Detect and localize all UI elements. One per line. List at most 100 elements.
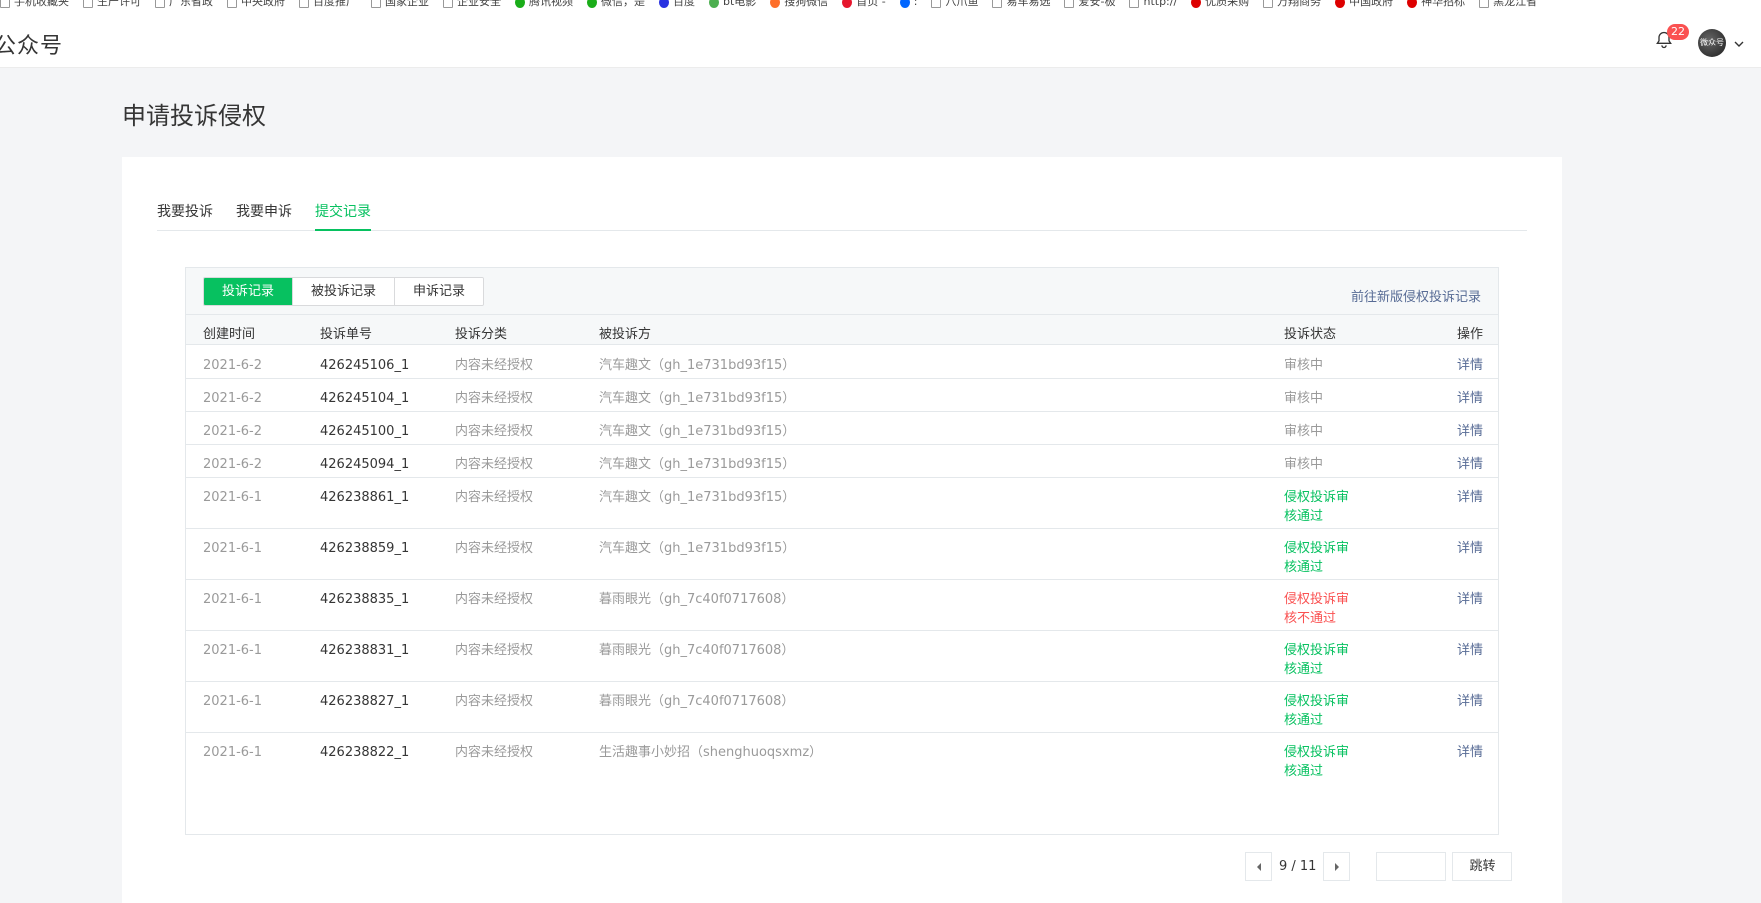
bookmark-label: 爱安-极 bbox=[1078, 0, 1116, 8]
bookmark-item[interactable]: 搜狗微信 bbox=[770, 0, 828, 9]
cell-target: 暮雨眼光（gh_7c40f0717608） bbox=[599, 592, 795, 607]
bookmark-item[interactable]: http:// bbox=[1129, 0, 1177, 9]
bookmark-item[interactable]: 百度 bbox=[659, 0, 695, 9]
cell-date: 2021-6-1 bbox=[203, 643, 263, 658]
cell-complaint-id: 426238835_1 bbox=[320, 592, 410, 607]
next-page-button[interactable] bbox=[1323, 852, 1351, 881]
new-records-link[interactable]: 前往新版侵权投诉记录 bbox=[1351, 286, 1481, 305]
bookmark-label: 万翔商务 bbox=[1277, 0, 1322, 8]
bookmark-item[interactable]: 企业安全 bbox=[443, 0, 501, 9]
segment-complaint-records[interactable]: 投诉记录 bbox=[204, 278, 294, 305]
bookmark-item[interactable]: 国家企业 bbox=[371, 0, 429, 9]
cell-status: 审核中 bbox=[1284, 457, 1324, 472]
cell-category: 内容未经授权 bbox=[455, 592, 534, 607]
bookmark-label: 优质采购 bbox=[1205, 0, 1250, 8]
tab-appeal[interactable]: 我要申诉 bbox=[236, 201, 292, 231]
cell-category: 内容未经授权 bbox=[455, 358, 534, 373]
details-link[interactable]: 详情 bbox=[1457, 743, 1483, 762]
cell-category: 内容未经授权 bbox=[455, 541, 534, 556]
segment-complained-records[interactable]: 被投诉记录 bbox=[293, 278, 396, 305]
page-icon bbox=[443, 0, 453, 8]
weibo-icon bbox=[842, 0, 853, 8]
bookmark-item[interactable]: 八爪鱼 bbox=[931, 0, 978, 9]
table-row: 2021-6-2 426245094_1 内容未经授权 汽车趣文（gh_1e731bd… bbox=[186, 445, 1498, 478]
notification-button[interactable]: 22 bbox=[1654, 24, 1689, 54]
page-icon bbox=[931, 0, 942, 8]
bookmark-item[interactable]: 神华招标 bbox=[1407, 0, 1465, 9]
column-header-id: 投诉单号 bbox=[320, 327, 373, 342]
baidu-icon bbox=[659, 0, 669, 8]
bookmark-item[interactable]: 首页 - bbox=[842, 0, 886, 9]
table-header: 创建时间 投诉单号 投诉分类 被投诉方 投诉状态 操作 bbox=[186, 315, 1498, 345]
details-link[interactable]: 详情 bbox=[1457, 539, 1483, 558]
top-header: 公众号 22 微众号 bbox=[0, 12, 1761, 68]
table-row: 2021-6-1 426238861_1 内容未经授权 汽车趣文（gh_1e731bd… bbox=[186, 478, 1498, 529]
bookmark-item[interactable]: 中央政府 bbox=[227, 0, 285, 9]
bookmark-label: 易车易选 bbox=[1006, 0, 1051, 8]
tencent-video-icon bbox=[515, 0, 525, 8]
bookmark-item[interactable]: : bbox=[899, 0, 917, 9]
page-icon bbox=[227, 0, 237, 8]
table-row: 2021-6-2 426245106_1 内容未经授权 汽车趣文（gh_1e731bd… bbox=[186, 346, 1498, 379]
cell-status: 侵权投诉审核通过 bbox=[1284, 745, 1350, 779]
wechat-icon bbox=[587, 0, 597, 8]
details-link[interactable]: 详情 bbox=[1457, 692, 1483, 711]
prev-page-button[interactable] bbox=[1245, 852, 1272, 881]
bt-icon bbox=[709, 0, 719, 8]
bookmark-item[interactable]: 万翔商务 bbox=[1263, 0, 1321, 9]
page-jump-input[interactable] bbox=[1376, 852, 1447, 881]
sogou-icon bbox=[770, 0, 781, 8]
details-link[interactable]: 详情 bbox=[1457, 641, 1483, 660]
table-row: 2021-6-1 426238827_1 内容未经授权 暮雨眼光（gh_7c40f07… bbox=[186, 682, 1498, 733]
bookmark-item[interactable]: 生产许可 bbox=[83, 0, 141, 9]
cell-date: 2021-6-2 bbox=[203, 358, 263, 373]
bookmark-item[interactable]: 中国政府 bbox=[1335, 0, 1393, 9]
page-icon bbox=[299, 0, 309, 8]
bookmark-item[interactable]: 微信，是 bbox=[587, 0, 645, 9]
cell-complaint-id: 426238859_1 bbox=[320, 541, 410, 556]
table-row: 2021-6-1 426238859_1 内容未经授权 汽车趣文（gh_1e731bd… bbox=[186, 529, 1498, 580]
bookmark-item[interactable]: 手机收藏夹 bbox=[0, 0, 69, 9]
segment-appeal-records[interactable]: 申诉记录 bbox=[395, 278, 484, 305]
tab-complain[interactable]: 我要投诉 bbox=[157, 201, 213, 231]
bookmark-label: 黑龙江省 bbox=[1493, 0, 1538, 8]
avatar[interactable]: 微众号 bbox=[1698, 29, 1726, 57]
details-link[interactable]: 详情 bbox=[1457, 455, 1483, 474]
bookmark-item[interactable]: 百度推广 bbox=[299, 0, 357, 9]
details-link[interactable]: 详情 bbox=[1457, 389, 1483, 408]
bookmark-item[interactable]: 黑龙江省 bbox=[1479, 0, 1537, 9]
jump-button[interactable]: 跳转 bbox=[1452, 852, 1513, 881]
brand-title[interactable]: 公众号 bbox=[0, 28, 63, 60]
panel-header: 投诉记录 被投诉记录 申诉记录 前往新版侵权投诉记录 bbox=[186, 268, 1498, 315]
details-link[interactable]: 详情 bbox=[1457, 488, 1483, 507]
main-card: 我要投诉 我要申诉 提交记录 投诉记录 被投诉记录 申诉记录 前往新版侵权投诉记… bbox=[122, 157, 1562, 903]
page-icon bbox=[83, 0, 93, 8]
details-link[interactable]: 详情 bbox=[1457, 590, 1483, 609]
details-link[interactable]: 详情 bbox=[1457, 356, 1483, 375]
pagination: 9 / 11 跳转 bbox=[1245, 852, 1513, 881]
bookmark-item[interactable]: 爱安-极 bbox=[1064, 0, 1115, 9]
table-row: 2021-6-2 426245104_1 内容未经授权 汽车趣文（gh_1e731bd… bbox=[186, 379, 1498, 412]
cell-date: 2021-6-2 bbox=[203, 424, 263, 439]
column-header-action: 操作 bbox=[1457, 327, 1484, 342]
cell-status: 侵权投诉审核不通过 bbox=[1284, 592, 1350, 626]
bookmark-item[interactable]: 易车易选 bbox=[992, 0, 1050, 9]
bookmark-item[interactable]: 优质采购 bbox=[1191, 0, 1249, 9]
bookmark-label: 微信，是 bbox=[601, 0, 645, 8]
chevron-down-icon[interactable] bbox=[1733, 38, 1745, 50]
cell-complaint-id: 426238827_1 bbox=[320, 694, 410, 709]
bookmark-item[interactable]: bt电影 bbox=[709, 0, 756, 9]
details-link[interactable]: 详情 bbox=[1457, 422, 1483, 441]
bookmark-item[interactable]: 腾讯视频 bbox=[515, 0, 573, 9]
table-row: 2021-6-1 426238831_1 内容未经授权 暮雨眼光（gh_7c40f07… bbox=[186, 631, 1498, 682]
table-body: 2021-6-2 426245106_1 内容未经授权 汽车趣文（gh_1e731bd… bbox=[186, 346, 1498, 784]
page-icon bbox=[1263, 0, 1274, 8]
column-header-category: 投诉分类 bbox=[455, 327, 508, 342]
bookmark-label: 首页 - bbox=[856, 0, 886, 8]
cell-status: 审核中 bbox=[1284, 358, 1324, 373]
page-icon bbox=[1479, 0, 1490, 8]
bookmark-item[interactable]: 广东省政 bbox=[155, 0, 213, 9]
cell-date: 2021-6-1 bbox=[203, 541, 263, 556]
cell-status: 审核中 bbox=[1284, 391, 1324, 406]
tab-submit-records[interactable]: 提交记录 bbox=[315, 201, 371, 231]
